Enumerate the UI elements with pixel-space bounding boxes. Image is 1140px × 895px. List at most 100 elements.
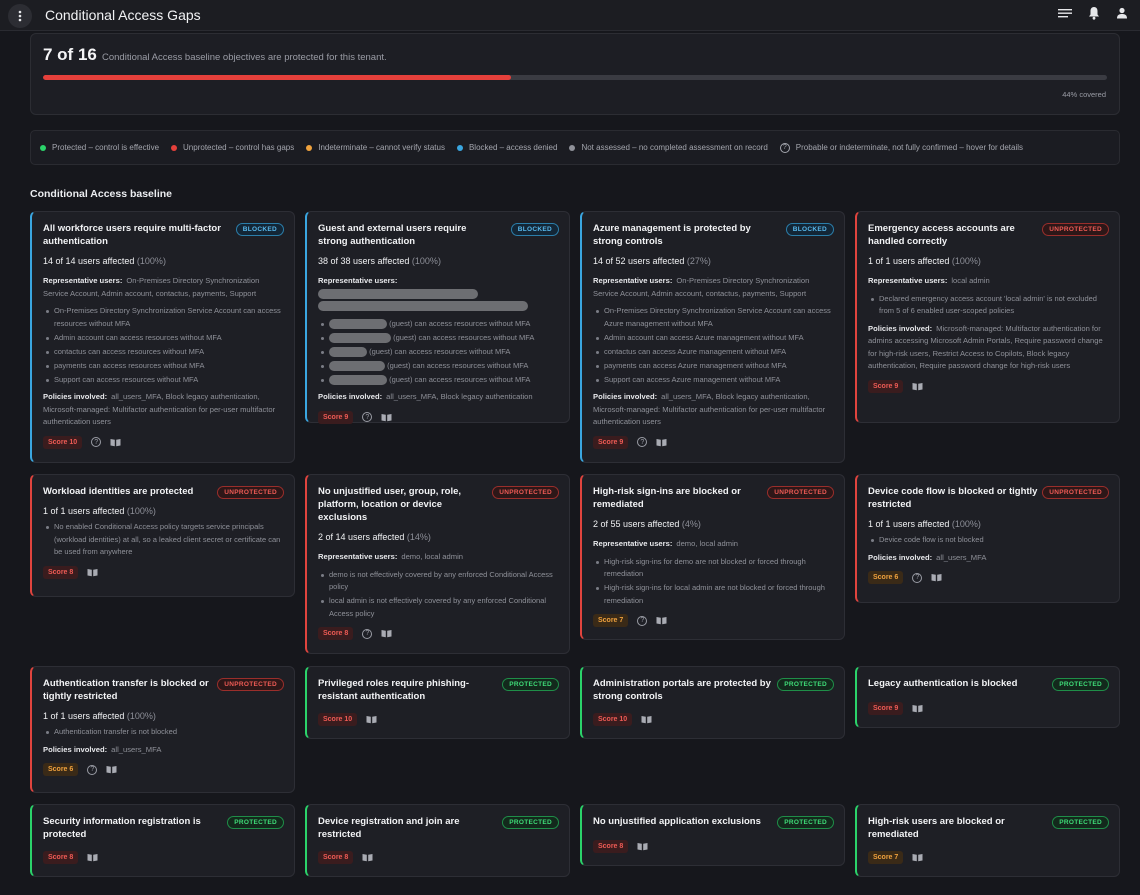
score-badge: Score 10	[593, 713, 633, 726]
list-item: High-risk sign-ins for local admin are n…	[593, 582, 834, 607]
question-icon[interactable]: ?	[912, 572, 923, 583]
book-icon[interactable]	[381, 413, 392, 422]
book-icon[interactable]	[381, 629, 392, 638]
score-badge: Score 8	[43, 565, 79, 579]
policies-label: Policies involved:	[43, 744, 108, 754]
affected-percent: (100%)	[126, 506, 156, 516]
redacted-text	[318, 288, 478, 299]
book-icon[interactable]	[912, 704, 923, 713]
affected-percent: (100%)	[126, 711, 156, 721]
card-device-code-flow[interactable]: Device code flow is blocked or tightly r…	[855, 474, 1120, 603]
card-title: Security information registration is pro…	[43, 816, 201, 840]
finding-list: Declared emergency access account 'local…	[868, 293, 1109, 318]
red-dot-icon	[171, 144, 178, 151]
card-high-risk-users[interactable]: High-risk users are blocked or remediate…	[855, 804, 1120, 877]
card-high-risk-signins[interactable]: High-risk sign-ins are blocked or remedi…	[580, 474, 845, 640]
book-icon[interactable]	[366, 715, 377, 724]
affected-percent: (14%)	[406, 532, 431, 542]
card-workload-identities[interactable]: Workload identities are protected UNPROT…	[30, 474, 295, 597]
question-icon[interactable]: ?	[362, 628, 373, 639]
book-icon[interactable]	[106, 765, 117, 774]
card-security-info-registration[interactable]: Security information registration is pro…	[30, 804, 295, 877]
score-badge: Score 7	[593, 614, 629, 627]
list-item: (guest) can access resources without MFA	[318, 346, 559, 359]
card-emergency-access[interactable]: Emergency access accounts are handled co…	[855, 211, 1120, 423]
book-icon[interactable]	[912, 382, 923, 391]
redacted-text	[329, 318, 387, 329]
legend-label: Unprotected – control has gaps	[183, 143, 295, 152]
redacted-text	[329, 374, 387, 385]
rep-label: Representative users:	[318, 276, 398, 285]
affected-text: 1 of 1 users affected	[43, 711, 125, 721]
question-icon[interactable]: ?	[87, 764, 98, 775]
book-icon[interactable]	[362, 853, 373, 862]
card-title: Authentication transfer is blocked or ti…	[43, 678, 209, 702]
user-icon[interactable]	[1116, 7, 1128, 19]
affected-percent: (100%)	[411, 256, 441, 266]
card-authentication-transfer[interactable]: Authentication transfer is blocked or ti…	[30, 666, 295, 793]
representative-users: Representative users: demo, local admin	[593, 538, 834, 551]
policies-involved: Policies involved: all_users_MFA, Block l…	[593, 391, 834, 429]
finding-list: demo is not effectively covered by any e…	[318, 569, 559, 621]
book-icon[interactable]	[87, 853, 98, 862]
bell-icon[interactable]	[1088, 6, 1100, 20]
book-icon[interactable]	[110, 438, 121, 447]
book-icon[interactable]	[931, 573, 942, 582]
list-item: On-Premises Directory Synchronization Se…	[43, 305, 284, 330]
card-application-exclusions[interactable]: No unjustified application exclusions PR…	[580, 804, 845, 866]
card-admin-portals[interactable]: Administration portals are protected by …	[580, 666, 845, 739]
affected-text: 1 of 1 users affected	[868, 519, 950, 529]
list-menu-icon[interactable]	[1058, 8, 1072, 19]
list-item: demo is not effectively covered by any e…	[318, 569, 559, 594]
policies-involved: Policies involved: all_users_MFA	[43, 744, 284, 757]
affected-count: 1 of 1 users affected (100%)	[868, 519, 1109, 529]
card-title: Administration portals are protected by …	[593, 678, 771, 702]
question-icon: ?	[779, 142, 790, 153]
card-guest-auth[interactable]: Guest and external users require strong …	[305, 211, 570, 424]
list-item: Device code flow is not blocked	[868, 534, 1109, 547]
list-item-text: (guest) can access resources without MFA	[389, 374, 531, 384]
affected-percent: (100%)	[136, 256, 166, 266]
policies-list: all_users_MFA	[936, 552, 987, 562]
redacted-text	[329, 346, 367, 357]
card-title: Device code flow is blocked or tightly r…	[868, 486, 1038, 510]
status-badge: UNPROTECTED	[492, 486, 559, 499]
list-item: (guest) can access resources without MFA	[318, 360, 559, 373]
question-icon[interactable]: ?	[637, 437, 648, 447]
policies-list: all_users_MFA	[111, 744, 162, 754]
affected-count: 2 of 14 users affected (14%)	[318, 532, 559, 542]
book-icon[interactable]	[656, 616, 667, 625]
more-menu-button[interactable]	[8, 4, 32, 28]
policies-list: all_users_MFA, Block legacy authenticati…	[386, 392, 533, 401]
card-legacy-auth[interactable]: Legacy authentication is blocked PROTECT…	[855, 666, 1120, 728]
policies-label: Policies involved:	[868, 552, 933, 562]
policies-label: Policies involved:	[43, 392, 108, 401]
status-legend: Protected – control is effective Unprote…	[30, 130, 1120, 165]
book-icon[interactable]	[912, 853, 923, 862]
book-icon[interactable]	[637, 842, 648, 851]
question-icon[interactable]: ?	[362, 412, 373, 422]
affected-percent: (4%)	[681, 519, 701, 529]
list-item: Admin account can access Azure managemen…	[593, 332, 834, 345]
rep-label: Representative users:	[318, 552, 398, 561]
legend-label: Protected – control is effective	[52, 143, 160, 152]
question-icon[interactable]: ?	[637, 615, 648, 626]
status-badge: BLOCKED	[785, 223, 834, 236]
affected-text: 2 of 55 users affected	[593, 519, 680, 529]
list-item: Declared emergency access account 'local…	[868, 293, 1109, 318]
book-icon[interactable]	[87, 568, 98, 577]
card-device-registration[interactable]: Device registration and join are restric…	[305, 804, 570, 877]
card-azure-management[interactable]: Azure management is protected by strong …	[580, 211, 845, 463]
orange-dot-icon	[306, 144, 313, 151]
card-privileged-roles[interactable]: Privileged roles require phishing-resist…	[305, 666, 570, 739]
policies-label: Policies involved:	[868, 323, 933, 333]
card-mfa-workforce[interactable]: All workforce users require multi-factor…	[30, 211, 295, 463]
book-icon[interactable]	[641, 715, 652, 724]
book-icon[interactable]	[656, 438, 667, 447]
card-unjustified-exclusions[interactable]: No unjustified user, group, role, platfo…	[305, 474, 570, 654]
legend-protected: Protected – control is effective	[40, 143, 159, 152]
list-item: Support can access resources without MFA	[43, 374, 284, 387]
legend-label: Blocked – access denied	[468, 143, 558, 152]
legend-indeterminate: Indeterminate – cannot verify status	[306, 143, 445, 152]
question-icon[interactable]: ?	[91, 437, 102, 447]
